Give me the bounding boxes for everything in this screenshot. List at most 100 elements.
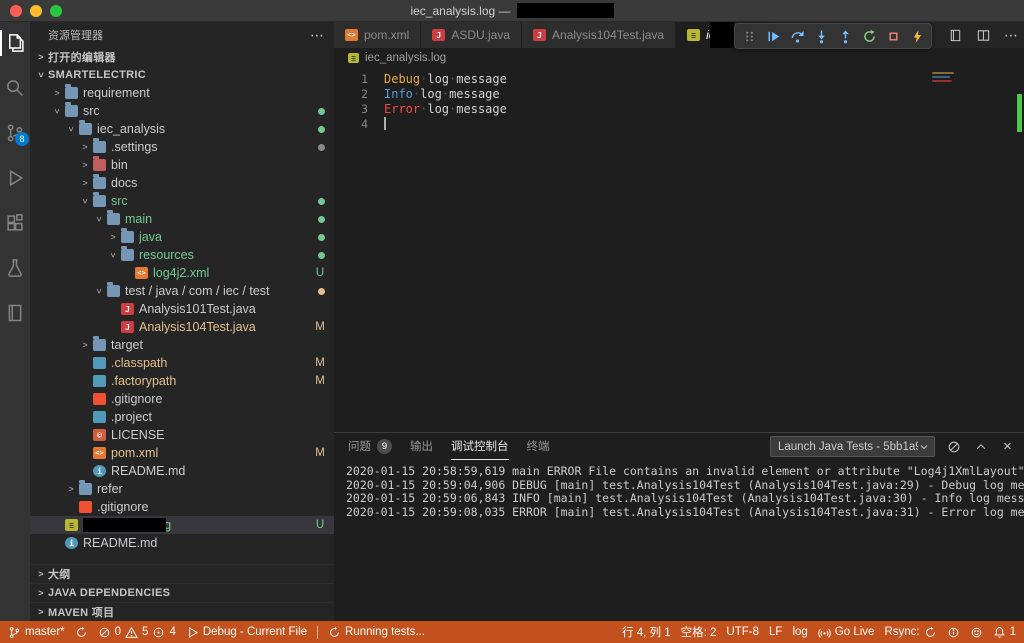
open-editors-header[interactable]: > 打开的编辑器 xyxy=(30,48,334,66)
encoding[interactable]: UTF-8 xyxy=(726,626,759,638)
maximize-panel-icon[interactable] xyxy=(972,438,989,455)
chevron-right-icon[interactable]: > xyxy=(106,232,120,242)
tree-folder-test-java-com-iec-test[interactable]: >test / java / com / iec / test xyxy=(30,282,334,300)
chevron-down-icon[interactable]: > xyxy=(94,212,104,226)
tree-file-factorypath[interactable]: .factorypathM xyxy=(30,372,334,390)
drag-handle-icon[interactable] xyxy=(738,25,760,47)
project-root-header[interactable]: > SMARTELECTRIC xyxy=(30,66,334,84)
running-tests-status[interactable]: Running tests... xyxy=(328,626,425,639)
tree-folder-iec-analysis[interactable]: >iec_analysis xyxy=(30,120,334,138)
panel-tab-[interactable]: 输出 xyxy=(410,433,433,460)
tree-item-label: iec_analysis.log xyxy=(83,518,171,532)
more-actions-icon[interactable]: ⋯ xyxy=(1002,26,1020,44)
overview-ruler[interactable] xyxy=(1017,94,1022,132)
debug-step-over-icon[interactable] xyxy=(786,25,808,47)
tree-file-classpath[interactable]: .classpathM xyxy=(30,354,334,372)
tree-file-readme-md[interactable]: README.md xyxy=(30,462,334,480)
go-live[interactable]: Go Live xyxy=(818,626,875,639)
clear-console-icon[interactable] xyxy=(945,438,962,455)
section-maven-projects[interactable]: > MAVEN 项目 xyxy=(30,602,334,621)
indentation[interactable]: 空格: 2 xyxy=(681,624,717,640)
zoom-button[interactable] xyxy=(50,5,62,17)
rsync-status[interactable]: Rsync: xyxy=(884,626,936,639)
split-editor-icon[interactable] xyxy=(974,26,992,44)
chevron-right-icon[interactable]: > xyxy=(64,484,78,494)
tree-file-readme-md[interactable]: README.md xyxy=(30,534,334,552)
chevron-down-icon[interactable]: > xyxy=(108,248,118,262)
tree-file-analysis104test-java[interactable]: Analysis104Test.javaM xyxy=(30,318,334,336)
tree-file-license[interactable]: LICENSE xyxy=(30,426,334,444)
debug-continue-icon[interactable] xyxy=(762,25,784,47)
tab-analysis104test-java[interactable]: Analysis104Test.java xyxy=(522,22,676,48)
code-line: 3Error·log·message xyxy=(334,101,1024,116)
activity-extensions[interactable] xyxy=(0,210,30,236)
panel-tab-[interactable]: 终端 xyxy=(527,433,550,460)
launch-config-dropdown[interactable]: Launch Java Tests - 5bb1a9 xyxy=(770,436,935,457)
debug-restart-icon[interactable] xyxy=(858,25,880,47)
tree-file-iec-analysis-log[interactable]: iec_analysis.logU xyxy=(30,516,334,534)
chevron-right-icon[interactable]: > xyxy=(78,142,92,152)
language-mode[interactable]: log xyxy=(792,626,807,638)
tree-file-analysis101test-java[interactable]: Analysis101Test.java xyxy=(30,300,334,318)
feedback-status[interactable] xyxy=(970,626,983,639)
tab-pom-xml[interactable]: pom.xml xyxy=(334,22,421,48)
tree-folder-src[interactable]: >src xyxy=(30,102,334,120)
info-status[interactable] xyxy=(947,626,960,639)
chevron-right-icon[interactable]: > xyxy=(78,160,92,170)
section-outline[interactable]: > 大纲 xyxy=(30,564,334,583)
notifications-status[interactable]: 1 xyxy=(993,626,1016,639)
debug-stop-icon[interactable] xyxy=(882,25,904,47)
chevron-right-icon[interactable]: > xyxy=(78,178,92,188)
tree-file-log4j2-xml[interactable]: log4j2.xmlU xyxy=(30,264,334,282)
activity-search[interactable] xyxy=(0,75,30,101)
chevron-down-icon[interactable]: > xyxy=(80,194,90,208)
debug-launch-status[interactable]: Debug - Current File xyxy=(186,626,307,639)
chevron-down-icon[interactable]: > xyxy=(94,284,104,298)
eol[interactable]: LF xyxy=(769,626,782,638)
chevron-right-icon[interactable]: > xyxy=(50,88,64,98)
debug-console-output[interactable]: 2020-01-15 20:58:59,619 main ERROR File … xyxy=(334,460,1024,524)
tree-file-project[interactable]: .project xyxy=(30,408,334,426)
editor[interactable]: 1Debug·log·message2Info·log·message3Erro… xyxy=(334,68,1024,432)
tree-folder-java[interactable]: >java xyxy=(30,228,334,246)
panel-tab-[interactable]: 问题9 xyxy=(348,433,392,460)
minimize-button[interactable] xyxy=(30,5,42,17)
tree-file-gitignore[interactable]: .gitignore xyxy=(30,498,334,516)
tree-file-pom-xml[interactable]: pom.xmlM xyxy=(30,444,334,462)
activity-run-debug[interactable] xyxy=(0,165,30,191)
tree-folder-settings[interactable]: >.settings xyxy=(30,138,334,156)
tree-folder-requirement[interactable]: >requirement xyxy=(30,84,334,102)
activity-testing[interactable] xyxy=(0,255,30,281)
debug-step-into-icon[interactable] xyxy=(810,25,832,47)
problems-status[interactable]: 0 5 4 xyxy=(98,626,176,639)
hot-code-replace-icon[interactable] xyxy=(906,25,928,47)
minimap[interactable] xyxy=(932,72,958,82)
close-button[interactable] xyxy=(10,5,22,17)
tree-folder-refer[interactable]: >refer xyxy=(30,480,334,498)
notebook-icon[interactable] xyxy=(946,26,964,44)
panel-tab-[interactable]: 调试控制台 xyxy=(451,433,509,460)
chevron-down-icon[interactable]: > xyxy=(52,104,62,118)
breadcrumb[interactable]: iec_analysis.log xyxy=(334,48,1024,68)
debug-step-out-icon[interactable] xyxy=(834,25,856,47)
code-line: 2Info·log·message xyxy=(334,86,1024,101)
cursor-position[interactable]: 行 4, 列 1 xyxy=(622,624,671,640)
tree-folder-docs[interactable]: >docs xyxy=(30,174,334,192)
activity-explorer[interactable] xyxy=(0,30,30,56)
tab-asdu-java[interactable]: ASDU.java xyxy=(421,22,522,48)
more-actions-icon[interactable]: ⋯ xyxy=(310,27,324,44)
chevron-down-icon[interactable]: > xyxy=(66,122,76,136)
tree-file-gitignore[interactable]: .gitignore xyxy=(30,390,334,408)
tree-folder-resources[interactable]: >resources xyxy=(30,246,334,264)
sync-status[interactable] xyxy=(75,626,88,639)
activity-source-control[interactable]: 8 xyxy=(0,120,30,146)
tree-folder-src[interactable]: >src xyxy=(30,192,334,210)
tree-folder-bin[interactable]: >bin xyxy=(30,156,334,174)
branch-status[interactable]: master* xyxy=(8,626,65,639)
tree-folder-target[interactable]: >target xyxy=(30,336,334,354)
chevron-right-icon[interactable]: > xyxy=(78,340,92,350)
activity-notebook[interactable] xyxy=(0,300,30,326)
section-java-dependencies[interactable]: > JAVA DEPENDENCIES xyxy=(30,583,334,602)
tree-folder-main[interactable]: >main xyxy=(30,210,334,228)
close-panel-icon[interactable]: × xyxy=(999,438,1016,455)
